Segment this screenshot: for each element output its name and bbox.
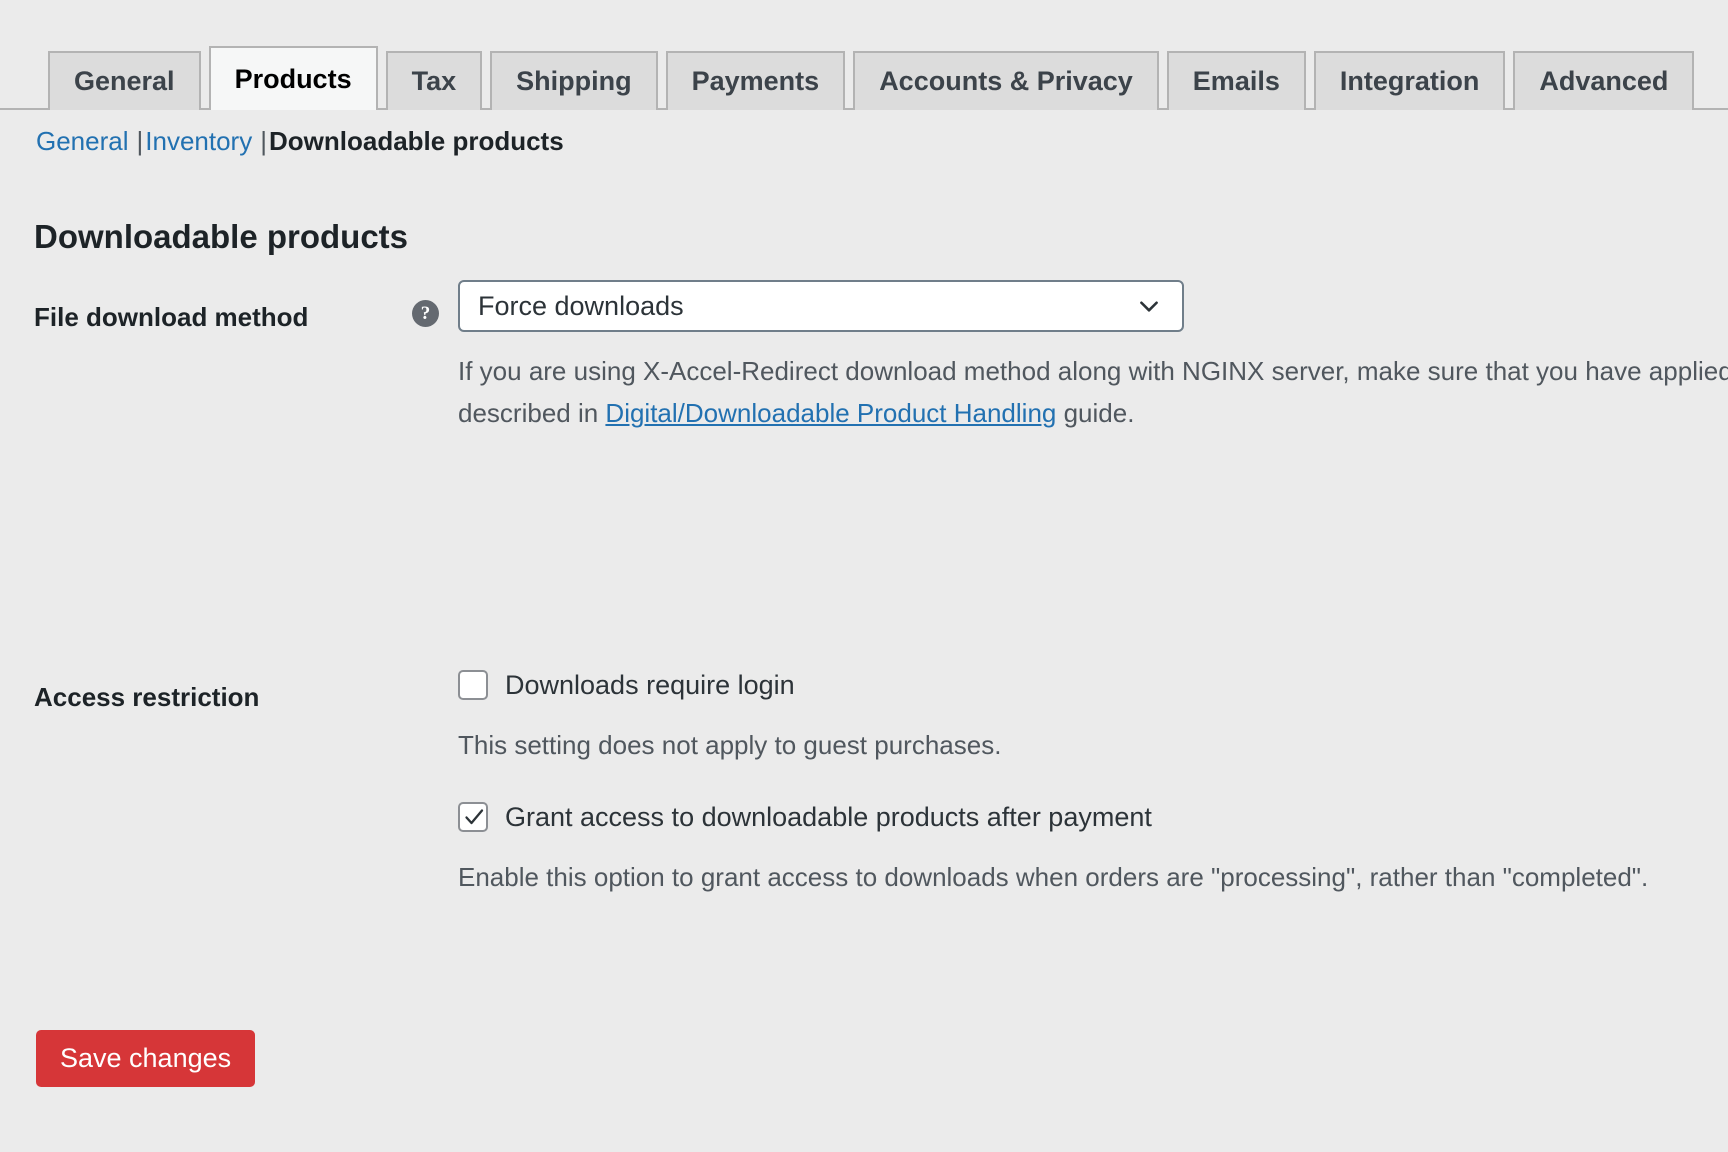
chevron-down-icon — [1140, 301, 1158, 312]
row-filename: Filename Append a unique string to filen… — [0, 770, 1728, 950]
downloads-require-login-label[interactable]: Downloads require login — [505, 671, 795, 699]
settings-tab-bar: General Products Tax Shipping Payments A… — [0, 45, 1728, 110]
file-download-method-description-line2: described in Digital/Downloadable Produc… — [458, 394, 1728, 432]
subnav-item-downloadable-products: Downloadable products — [268, 126, 564, 156]
row-access-restriction: Access restriction Downloads require log… — [0, 470, 1728, 892]
subnav-breadcrumb: General |Inventory |Downloadable products — [36, 125, 564, 159]
tab-integration[interactable]: Integration — [1313, 51, 1506, 110]
tab-emails[interactable]: Emails — [1166, 51, 1306, 110]
tab-label: Advanced — [1539, 66, 1669, 96]
subnav-item-general[interactable]: General — [36, 126, 129, 156]
label-file-download-method: File download method — [34, 302, 309, 332]
tab-general[interactable]: General — [48, 51, 201, 110]
tab-label: Accounts & Privacy — [879, 66, 1133, 96]
label-access-restriction: Access restriction — [34, 682, 260, 712]
page-title: Downloadable products — [34, 218, 409, 256]
tab-label: Tax — [411, 66, 457, 96]
file-download-method-select[interactable]: Force downloads — [458, 280, 1184, 332]
question-mark-icon[interactable]: ? — [412, 300, 439, 327]
subnav-item-inventory[interactable]: Inventory — [145, 126, 252, 156]
subnav-separator: | — [136, 126, 144, 156]
file-download-method-value: Force downloads — [478, 290, 684, 321]
subnav-separator: | — [260, 126, 267, 156]
row-file-download-method: File download method ? Force downloads I… — [0, 280, 1728, 470]
tab-accounts-privacy[interactable]: Accounts & Privacy — [853, 51, 1159, 110]
tab-products[interactable]: Products — [208, 46, 378, 110]
tab-label: General — [74, 66, 175, 96]
tab-label: Integration — [1339, 66, 1480, 96]
tab-tax[interactable]: Tax — [385, 51, 483, 110]
tab-advanced[interactable]: Advanced — [1513, 51, 1695, 110]
description-text-suffix: guide. — [1056, 398, 1135, 429]
tab-payments[interactable]: Payments — [665, 51, 846, 110]
description-text-prefix: described in — [458, 398, 606, 429]
save-changes-button[interactable]: Save changes — [36, 1030, 256, 1087]
settings-page: General Products Tax Shipping Payments A… — [0, 0, 1728, 1152]
tab-label: Shipping — [516, 66, 632, 96]
downloads-require-login-row: Downloads require login — [458, 670, 1728, 700]
tab-label: Products — [234, 63, 352, 94]
file-download-method-description-line1: If you are using X-Accel-Redirect downlo… — [458, 356, 1728, 386]
settings-form: File download method ? Force downloads I… — [0, 280, 1728, 950]
tab-label: Emails — [1192, 66, 1280, 96]
tab-label: Payments — [691, 66, 820, 96]
digital-downloadable-product-handling-link[interactable]: Digital/Downloadable Product Handling — [605, 398, 1056, 428]
downloads-require-login-description: This setting does not apply to guest pur… — [458, 730, 1002, 760]
downloads-require-login-checkbox[interactable] — [458, 670, 488, 700]
tab-shipping[interactable]: Shipping — [490, 51, 658, 110]
